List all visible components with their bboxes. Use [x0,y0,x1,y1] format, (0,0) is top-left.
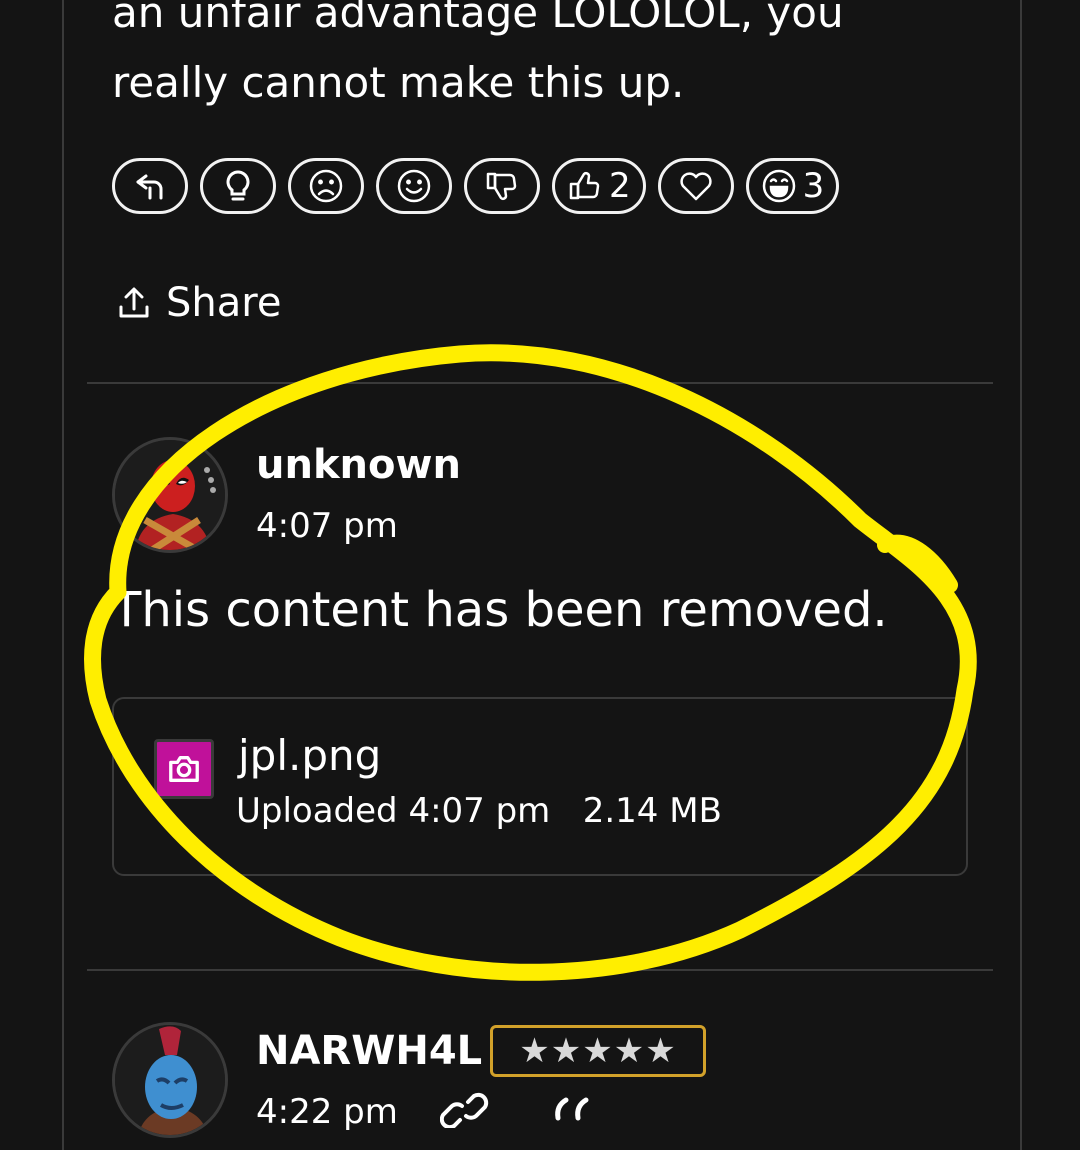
attachment-filename[interactable]: jpl.png [238,731,381,780]
next-comment-username[interactable]: NARWH4L [256,1028,482,1074]
smile-face-icon [397,169,431,203]
link-icon[interactable] [440,1088,490,1128]
next-comment-time[interactable]: 4:22 pm [256,1092,398,1132]
previous-post-text: an unfair advantage LOLOLOL, you really … [112,0,972,118]
sad-face-icon [309,169,343,203]
reaction-thumbs-up-button[interactable]: 2 [552,158,646,214]
reply-icon [136,174,163,200]
attachment-meta: Uploaded 4:07 pm 2.14 MB [236,791,722,831]
reaction-love-button[interactable] [657,158,734,214]
divider [87,382,993,384]
rating-badge: ★★★★★ [490,1025,706,1077]
comment-time[interactable]: 4:07 pm [256,506,398,546]
share-label: Share [166,280,282,326]
comment-username[interactable]: unknown [256,442,461,488]
previous-post-line-1: an unfair advantage LOLOLOL, you [112,0,844,37]
avatar[interactable] [112,1022,228,1138]
reaction-laugh-button[interactable]: 3 [745,158,840,214]
reaction-insightful-button[interactable] [200,158,276,214]
previous-post-line-2: really cannot make this up. [112,58,685,107]
attachment-card[interactable]: jpl.png Uploaded 4:07 pm 2.14 MB [112,697,968,876]
lightbulb-icon [226,170,250,201]
reaction-sad-button[interactable] [288,158,364,214]
heart-icon [679,172,712,201]
share-icon [119,287,149,318]
laugh-face-icon [762,169,795,203]
thumbs-up-count: 2 [609,166,631,206]
avatar[interactable] [112,437,228,553]
reaction-bar: 2 3 [112,158,840,218]
laugh-count: 3 [802,166,825,206]
thumbs-up-icon [569,172,600,200]
reaction-thumbs-down-button[interactable] [464,158,540,214]
thumbs-down-icon [486,172,517,200]
comment-body: This content has been removed. [112,582,888,638]
share-button[interactable]: Share [116,280,281,326]
camera-icon [154,739,214,799]
reaction-smile-button[interactable] [376,158,452,214]
quote-icon[interactable] [550,1096,596,1126]
divider [87,969,993,971]
reaction-reply-button[interactable] [112,158,188,214]
